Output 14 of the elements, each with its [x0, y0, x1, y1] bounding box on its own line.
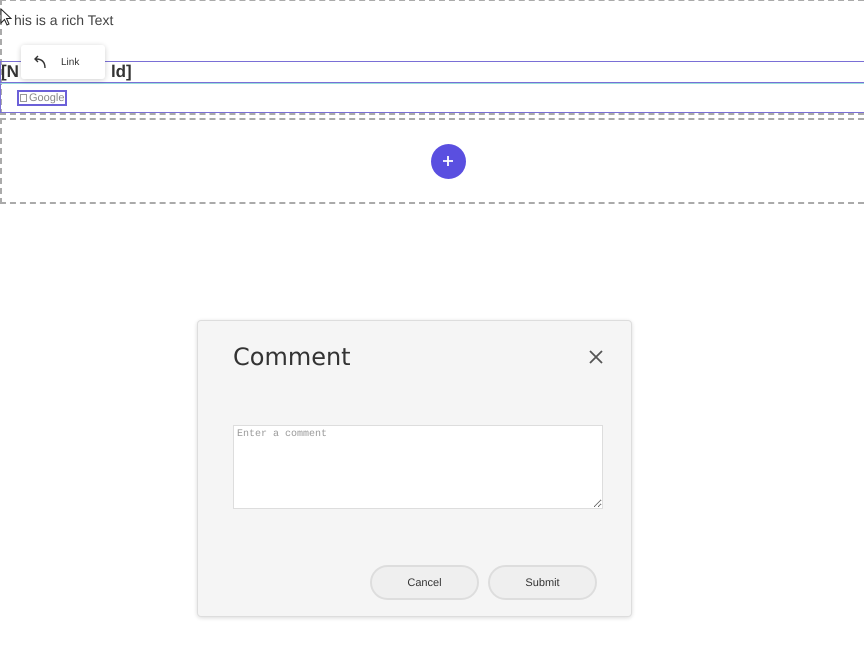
- rich-text: his is a rich Text: [14, 12, 114, 30]
- return-arrow-icon: [33, 55, 47, 69]
- square-icon: [20, 94, 27, 102]
- comment-field[interactable]: Enter a comment: [233, 425, 603, 509]
- cancel-button[interactable]: Cancel: [370, 565, 479, 600]
- heading-text: [N: [1, 62, 19, 82]
- heading-text: ld]: [110, 62, 132, 82]
- plus-icon: [442, 155, 454, 167]
- link-option[interactable]: Link: [61, 56, 80, 68]
- submit-button[interactable]: Submit: [488, 565, 597, 600]
- google-link[interactable]: Google: [17, 90, 68, 106]
- dialog-title: Comment: [233, 343, 351, 371]
- close-icon[interactable]: [589, 350, 603, 364]
- add-button[interactable]: [430, 144, 466, 178]
